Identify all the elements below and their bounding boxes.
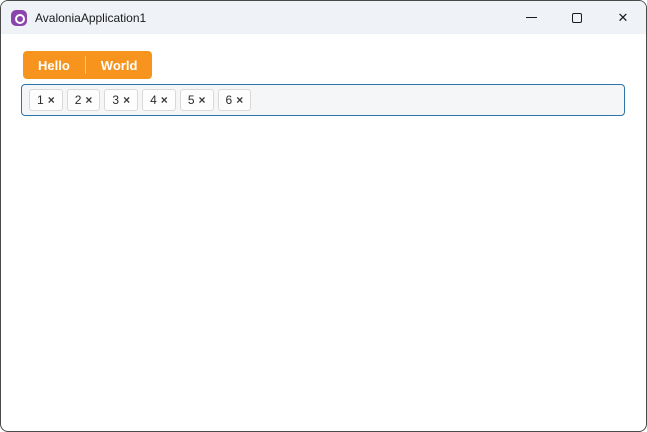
minimize-icon [525, 17, 537, 18]
chip[interactable]: 6 × [217, 89, 252, 111]
maximize-button[interactable] [554, 1, 600, 34]
chips-container[interactable]: 1 × 2 × 3 × 4 × 5 × 6 × [21, 84, 625, 116]
close-button[interactable]: ✕ [600, 1, 646, 34]
caption-buttons: ✕ [508, 1, 646, 34]
world-button[interactable]: World [86, 51, 153, 79]
hello-button[interactable]: Hello [23, 51, 85, 79]
chip-label: 4 [150, 93, 157, 107]
hello-world-split-button: Hello World [23, 51, 153, 79]
chip-remove-icon[interactable]: × [236, 94, 243, 106]
chip[interactable]: 2 × [66, 89, 101, 111]
minimize-button[interactable] [508, 1, 554, 34]
title-bar[interactable]: AvaloniaApplication1 ✕ [1, 1, 646, 34]
chip-label: 2 [74, 93, 82, 107]
app-window: AvaloniaApplication1 ✕ Hello World 1 × 2 × 3… [0, 0, 647, 432]
avalonia-logo-icon [11, 9, 27, 26]
chip-remove-icon[interactable]: × [48, 94, 55, 106]
chip-label: 3 [112, 93, 120, 107]
chip-remove-icon[interactable]: × [85, 94, 92, 106]
chip[interactable]: 5 × [179, 89, 214, 111]
chip-label: 5 [187, 93, 195, 107]
chip[interactable]: 3 × [104, 89, 139, 111]
close-icon: ✕ [617, 10, 629, 25]
chip[interactable]: 1 × [29, 89, 63, 111]
chip[interactable]: 4 × [142, 89, 176, 111]
chip-label: 6 [225, 93, 233, 107]
maximize-icon [572, 12, 582, 23]
chip-label: 1 [37, 93, 44, 107]
chip-remove-icon[interactable]: × [199, 94, 206, 106]
chip-remove-icon[interactable]: × [161, 94, 168, 106]
chip-remove-icon[interactable]: × [123, 94, 130, 106]
window-title: AvaloniaApplication1 [35, 10, 147, 25]
window-content: Hello World 1 × 2 × 3 × 4 × 5 × 6 × [1, 34, 646, 116]
